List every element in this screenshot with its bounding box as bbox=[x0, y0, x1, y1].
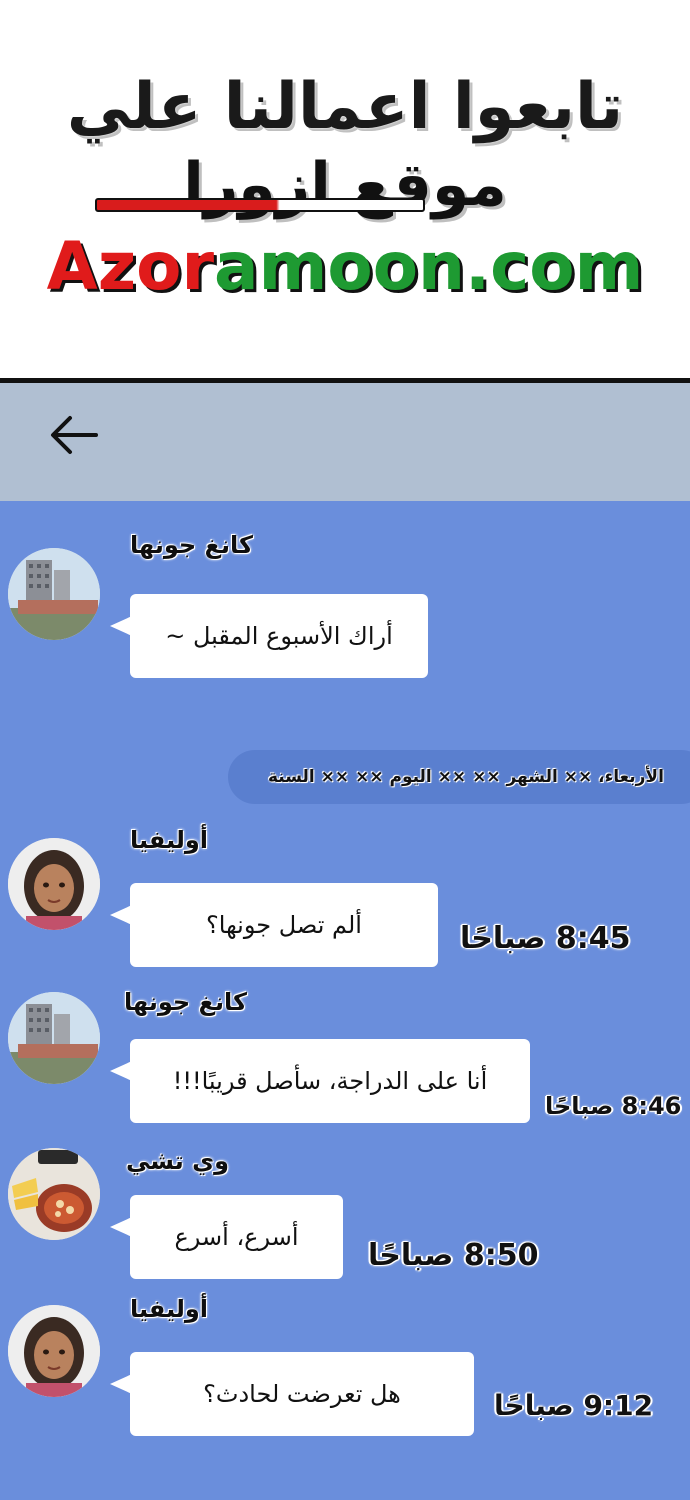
chat-messages-area[interactable]: كانغ جونها أراك الأسبوع المقبل ~ الأربعا… bbox=[0, 501, 690, 1500]
banner-url-part2: amoon.com bbox=[214, 228, 644, 305]
banner-url-part1: Azor bbox=[46, 228, 215, 305]
avatar bbox=[8, 838, 100, 930]
sender-name: كانغ جونها bbox=[130, 531, 253, 559]
message-time: 9:12 صباحًا bbox=[494, 1389, 654, 1422]
message-time: 8:50 صباحًا bbox=[368, 1238, 539, 1273]
avatar-woman-icon bbox=[8, 1305, 100, 1397]
message-text: هل تعرضت لحادث؟ bbox=[203, 1380, 401, 1408]
back-button[interactable] bbox=[40, 405, 110, 475]
arrow-left-icon bbox=[51, 416, 98, 454]
message-time: 8:46 صباحًا bbox=[545, 1092, 682, 1120]
message-text: ألم تصل جونها؟ bbox=[206, 911, 362, 939]
date-separator: الأربعاء، ×× الشهر ×× ×× اليوم ×× ×× الس… bbox=[228, 750, 690, 804]
message-bubble: ألم تصل جونها؟ bbox=[110, 883, 438, 967]
sender-name: أوليفيا bbox=[130, 826, 209, 854]
date-separator-text: الأربعاء، ×× الشهر ×× ×× اليوم ×× ×× الس… bbox=[268, 767, 664, 787]
avatar-building-icon bbox=[8, 992, 100, 1084]
sender-name: كانغ جونها bbox=[124, 988, 247, 1016]
message-text: أنا على الدراجة، سأصل قريبًا!!! bbox=[172, 1067, 488, 1095]
message-bubble: هل تعرضت لحادث؟ bbox=[110, 1352, 474, 1436]
avatar bbox=[8, 1305, 100, 1397]
banner-decorative-bar bbox=[95, 198, 425, 212]
avatar bbox=[8, 548, 100, 640]
avatar-food-icon bbox=[8, 1148, 100, 1240]
avatar bbox=[8, 992, 100, 1084]
message-bubble: أنا على الدراجة، سأصل قريبًا!!! bbox=[110, 1039, 530, 1123]
avatar-woman-icon bbox=[8, 838, 100, 930]
message-text: أسرع، أسرع bbox=[174, 1223, 299, 1251]
message-text: أراك الأسبوع المقبل ~ bbox=[165, 622, 393, 650]
sender-name: أوليفيا bbox=[130, 1295, 209, 1323]
message-bubble: أراك الأسبوع المقبل ~ bbox=[110, 594, 428, 678]
message-bubble: أسرع، أسرع bbox=[110, 1195, 343, 1279]
avatar bbox=[8, 1148, 100, 1240]
site-banner: تابعوا اعمالنا علي موقع ازورا Azoramoon.… bbox=[0, 0, 690, 380]
message-time: 8:45 صباحًا bbox=[460, 921, 631, 956]
banner-line1: تابعوا اعمالنا علي bbox=[66, 70, 624, 144]
banner-url: Azoramoon.com bbox=[0, 228, 690, 305]
avatar-building-icon bbox=[8, 548, 100, 640]
sender-name: وي تشي bbox=[126, 1147, 229, 1175]
chat-header bbox=[0, 383, 690, 501]
